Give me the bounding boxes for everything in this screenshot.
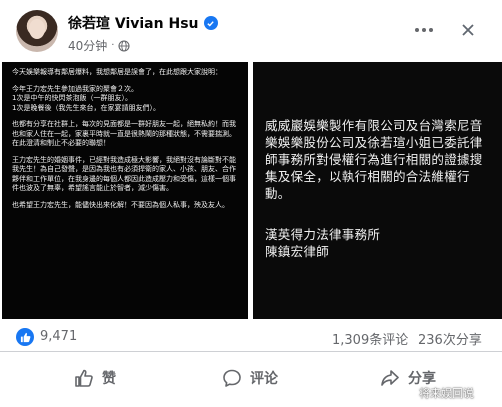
avatar[interactable]	[16, 10, 58, 52]
share-arrow-icon	[381, 370, 399, 386]
watermark-text: 将来娱回说	[419, 387, 474, 400]
post-time[interactable]: 40分钟	[68, 37, 107, 54]
like-count[interactable]: 9,471	[40, 329, 77, 344]
like-button[interactable]: 赞	[74, 362, 116, 394]
post-header: 徐若瑄 Vivian Hsu 40分钟 ·	[0, 0, 502, 62]
legal-statement: 威威巖娛樂製作有限公司及台灣索尼音樂娛樂股份公司及徐若瑄小姐已委託律師事務所對侵…	[265, 118, 483, 201]
engagement-stats: 9,471 1,309条评论 236次分享	[0, 320, 502, 352]
more-options-icon[interactable]	[410, 18, 438, 42]
comment-button[interactable]: 评论	[222, 362, 278, 394]
post-author[interactable]: 徐若瑄 Vivian Hsu	[68, 13, 218, 33]
thumbs-up-icon	[75, 369, 93, 387]
verified-badge-icon	[203, 16, 218, 30]
close-icon[interactable]	[454, 16, 482, 44]
avatar-face	[29, 19, 45, 39]
statement-paragraph: 今年王力宏先生參加過我家的聚會２次。 1次是中午的快閃茶泡飯（一群朋友）。 1次…	[12, 84, 160, 112]
statement-paragraph: 也希望王力宏先生，能儘快出來化解！不要因為個人私事，殃及友人。	[12, 200, 229, 209]
author-name[interactable]: 徐若瑄 Vivian Hsu	[68, 13, 199, 33]
globe-icon	[118, 39, 131, 52]
statement-paragraph: 王力宏先生的婚姻事件，已經對我造成極大影響，我絕對沒有論斷對不能我先生！為自己發…	[12, 155, 236, 193]
comment-bubble-icon	[223, 369, 241, 387]
meta-separator: ·	[111, 40, 115, 51]
statement-paragraph: 今天娛樂報導有鄰居爆料，我想鄰居是誤會了，在此想跟大家說明：	[12, 68, 222, 76]
like-label: 赞	[102, 371, 116, 387]
law-firm-signature: 漢英得力法律事務所 陳鎮宏律師	[265, 227, 381, 259]
comment-count[interactable]: 1,309条评论	[332, 329, 408, 348]
legal-notice-image-right[interactable]: 威威巖娛樂製作有限公司及台灣索尼音樂娛樂股份公司及徐若瑄小姐已委託律師事務所對侵…	[253, 62, 502, 319]
post-meta: 40分钟 ·	[68, 37, 131, 54]
comment-label: 评论	[250, 371, 278, 387]
statement-paragraph: 也都有分享在社群上，每次的見面都是一群好朋友一起，絕無私約！而我也和家人住在一起…	[12, 120, 236, 147]
like-reaction-icon[interactable]	[16, 328, 34, 346]
share-count[interactable]: 236次分享	[418, 329, 482, 348]
statement-image-left[interactable]: 今天娛樂報導有鄰居爆料，我想鄰居是誤會了，在此想跟大家說明： 今年王力宏先生參加…	[2, 62, 248, 319]
post-images: 今天娛樂報導有鄰居爆料，我想鄰居是誤會了，在此想跟大家說明： 今年王力宏先生參加…	[0, 62, 502, 319]
